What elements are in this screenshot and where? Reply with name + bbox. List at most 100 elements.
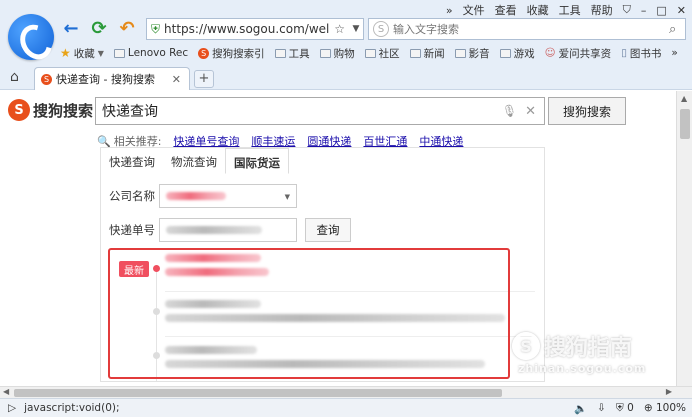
scroll-up-icon[interactable]: ▲: [681, 94, 687, 103]
page-icon: ▯: [621, 47, 627, 59]
back-icon[interactable]: ←: [60, 17, 82, 39]
sogou-icon: S: [198, 47, 210, 59]
sogou-search-engine-icon[interactable]: S: [373, 21, 389, 37]
scroll-thumb[interactable]: [14, 389, 502, 397]
tracking-number-input[interactable]: [159, 218, 297, 242]
redacted-number: [166, 226, 262, 234]
number-row: 快递单号 查询: [109, 218, 351, 242]
redacted-company: [166, 192, 226, 200]
watermark-brand: 搜狗指南: [544, 336, 633, 361]
menu-file[interactable]: 文件: [463, 2, 485, 18]
download-icon[interactable]: ⇩: [597, 402, 606, 414]
bookmark-news[interactable]: 新闻: [409, 46, 445, 61]
watermark: S 搜狗指南: [512, 330, 632, 362]
nav-buttons: ← ⟳ ↶: [60, 17, 138, 39]
number-label: 快递单号: [109, 223, 155, 237]
scroll-left-icon[interactable]: ◀: [3, 387, 9, 396]
bookmark-favorites[interactable]: ★ 收藏 ▼: [60, 46, 104, 61]
folder-icon: [499, 48, 511, 58]
browser-search-input[interactable]: [393, 22, 669, 36]
bookmark-books[interactable]: ▯ 图书书: [621, 46, 661, 61]
bookmarks-overflow[interactable]: »: [671, 47, 677, 59]
address-url[interactable]: https://www.sogou.com/wel: [164, 22, 334, 36]
scroll-right-icon[interactable]: ▶: [666, 387, 672, 396]
menu-more[interactable]: »: [446, 4, 453, 17]
sogou-icon: S: [8, 99, 30, 121]
tab-international-freight[interactable]: 国际货运: [225, 148, 289, 174]
menu-tools[interactable]: 工具: [559, 2, 581, 18]
status-url: javascript:void(0);: [24, 402, 120, 414]
bookmark-tools[interactable]: 工具: [274, 46, 310, 61]
menu-bar: » 文件 查看 收藏 工具 帮助 ⛉ – □ ✕: [446, 1, 686, 19]
sogou-logo[interactable]: S 搜狗搜索: [8, 99, 93, 121]
folder-icon: [364, 48, 376, 58]
shield-icon[interactable]: ⛨ 0: [616, 402, 634, 415]
bookmark-games[interactable]: 游戏: [499, 46, 535, 61]
menu-favorites[interactable]: 收藏: [527, 2, 549, 18]
bookmark-media[interactable]: 影音: [454, 46, 490, 61]
tab-logistics-query[interactable]: 物流查询: [163, 148, 225, 174]
bookmarks-bar: ★ 收藏 ▼ Lenovo Rec S 搜狗搜索引 工具 购物 社区 新闻 影音 游戏…: [60, 44, 678, 62]
browser-search-box[interactable]: S ⌕: [368, 18, 686, 40]
close-icon[interactable]: ✕: [677, 4, 686, 17]
menu-view[interactable]: 查看: [495, 2, 517, 18]
zoom-control[interactable]: ⊕ 100%: [644, 402, 686, 414]
horizontal-scrollbar[interactable]: ◀ ▶: [0, 386, 692, 398]
chevron-down-icon[interactable]: ▼: [349, 24, 363, 34]
minimize-icon[interactable]: –: [641, 4, 647, 17]
watermark-domain: zhinan.sogou.com: [518, 362, 647, 375]
undo-icon[interactable]: ↶: [116, 17, 138, 39]
tab-title: 快递查询 - 搜狗搜索: [56, 73, 155, 86]
bookmark-sogou[interactable]: S 搜狗搜索引: [198, 46, 265, 61]
company-select[interactable]: ▼: [159, 184, 297, 208]
panel-toggle-icon[interactable]: ▷: [8, 402, 16, 414]
bookmark-iask[interactable]: ☺ 爱问共享资: [545, 46, 611, 61]
chevron-down-icon: ▼: [284, 193, 290, 201]
query-button[interactable]: 查询: [305, 218, 351, 242]
home-icon[interactable]: ⌂: [10, 69, 19, 85]
bookmark-community[interactable]: 社区: [364, 46, 400, 61]
query-text[interactable]: 快递查询: [102, 101, 502, 121]
sogou-browser-logo[interactable]: [8, 14, 54, 60]
tab-strip: ⌂ S 快递查询 - 搜狗搜索 ✕ +: [0, 64, 692, 90]
maximize-icon[interactable]: □: [656, 4, 666, 17]
search-icon: 🔍: [97, 134, 111, 148]
sogou-watermark-icon: S: [512, 332, 540, 360]
bookmark-lenovo[interactable]: Lenovo Rec: [113, 47, 188, 59]
star-icon[interactable]: ☆: [334, 22, 345, 36]
folder-icon: [409, 48, 421, 58]
sogou-icon: S: [41, 73, 52, 85]
folder-icon: [319, 48, 331, 58]
browser-chrome: » 文件 查看 收藏 工具 帮助 ⛉ – □ ✕ ← ⟳ ↶ ⛨ https:/…: [0, 0, 692, 90]
shirt-icon[interactable]: ⛉: [623, 3, 631, 17]
search-button[interactable]: 搜狗搜索: [548, 97, 626, 125]
speaker-icon[interactable]: 🔈: [574, 402, 587, 415]
company-row: 公司名称 ▼: [109, 184, 297, 208]
star-icon: ★: [60, 46, 71, 60]
folder-icon: [274, 48, 286, 58]
status-bar: ▷ javascript:void(0); 🔈 ⇩ ⛨ 0 ⊕ 100%: [0, 398, 692, 417]
vertical-scrollbar[interactable]: ▲: [676, 91, 692, 386]
zoom-level: 100%: [655, 402, 686, 414]
new-tab-button[interactable]: +: [194, 70, 214, 88]
search-icon[interactable]: ⌕: [669, 22, 685, 37]
address-bar[interactable]: ⛨ https://www.sogou.com/wel ☆ ▼: [146, 18, 364, 40]
tab-kuaidi[interactable]: S 快递查询 - 搜狗搜索 ✕: [34, 67, 190, 90]
query-input[interactable]: 快递查询 🎙 ✕: [95, 97, 545, 125]
microphone-icon[interactable]: 🎙: [502, 104, 517, 118]
status-count: 0: [627, 401, 634, 414]
refresh-icon[interactable]: ⟳: [88, 17, 110, 39]
clear-icon[interactable]: ✕: [525, 104, 536, 119]
user-icon: ☺: [544, 47, 556, 59]
scroll-thumb[interactable]: [680, 109, 690, 139]
shield-icon: ⛨: [151, 21, 161, 36]
folder-icon: [113, 48, 125, 58]
folder-icon: [454, 48, 466, 58]
company-label: 公司名称: [109, 189, 155, 203]
bookmark-shopping[interactable]: 购物: [319, 46, 355, 61]
tab-express-query[interactable]: 快递查询: [101, 148, 163, 174]
close-icon[interactable]: ✕: [172, 73, 181, 86]
widget-tabs: 快递查询 物流查询 国际货运: [101, 148, 289, 174]
menu-help[interactable]: 帮助: [591, 2, 613, 18]
highlight-box: [108, 248, 510, 379]
